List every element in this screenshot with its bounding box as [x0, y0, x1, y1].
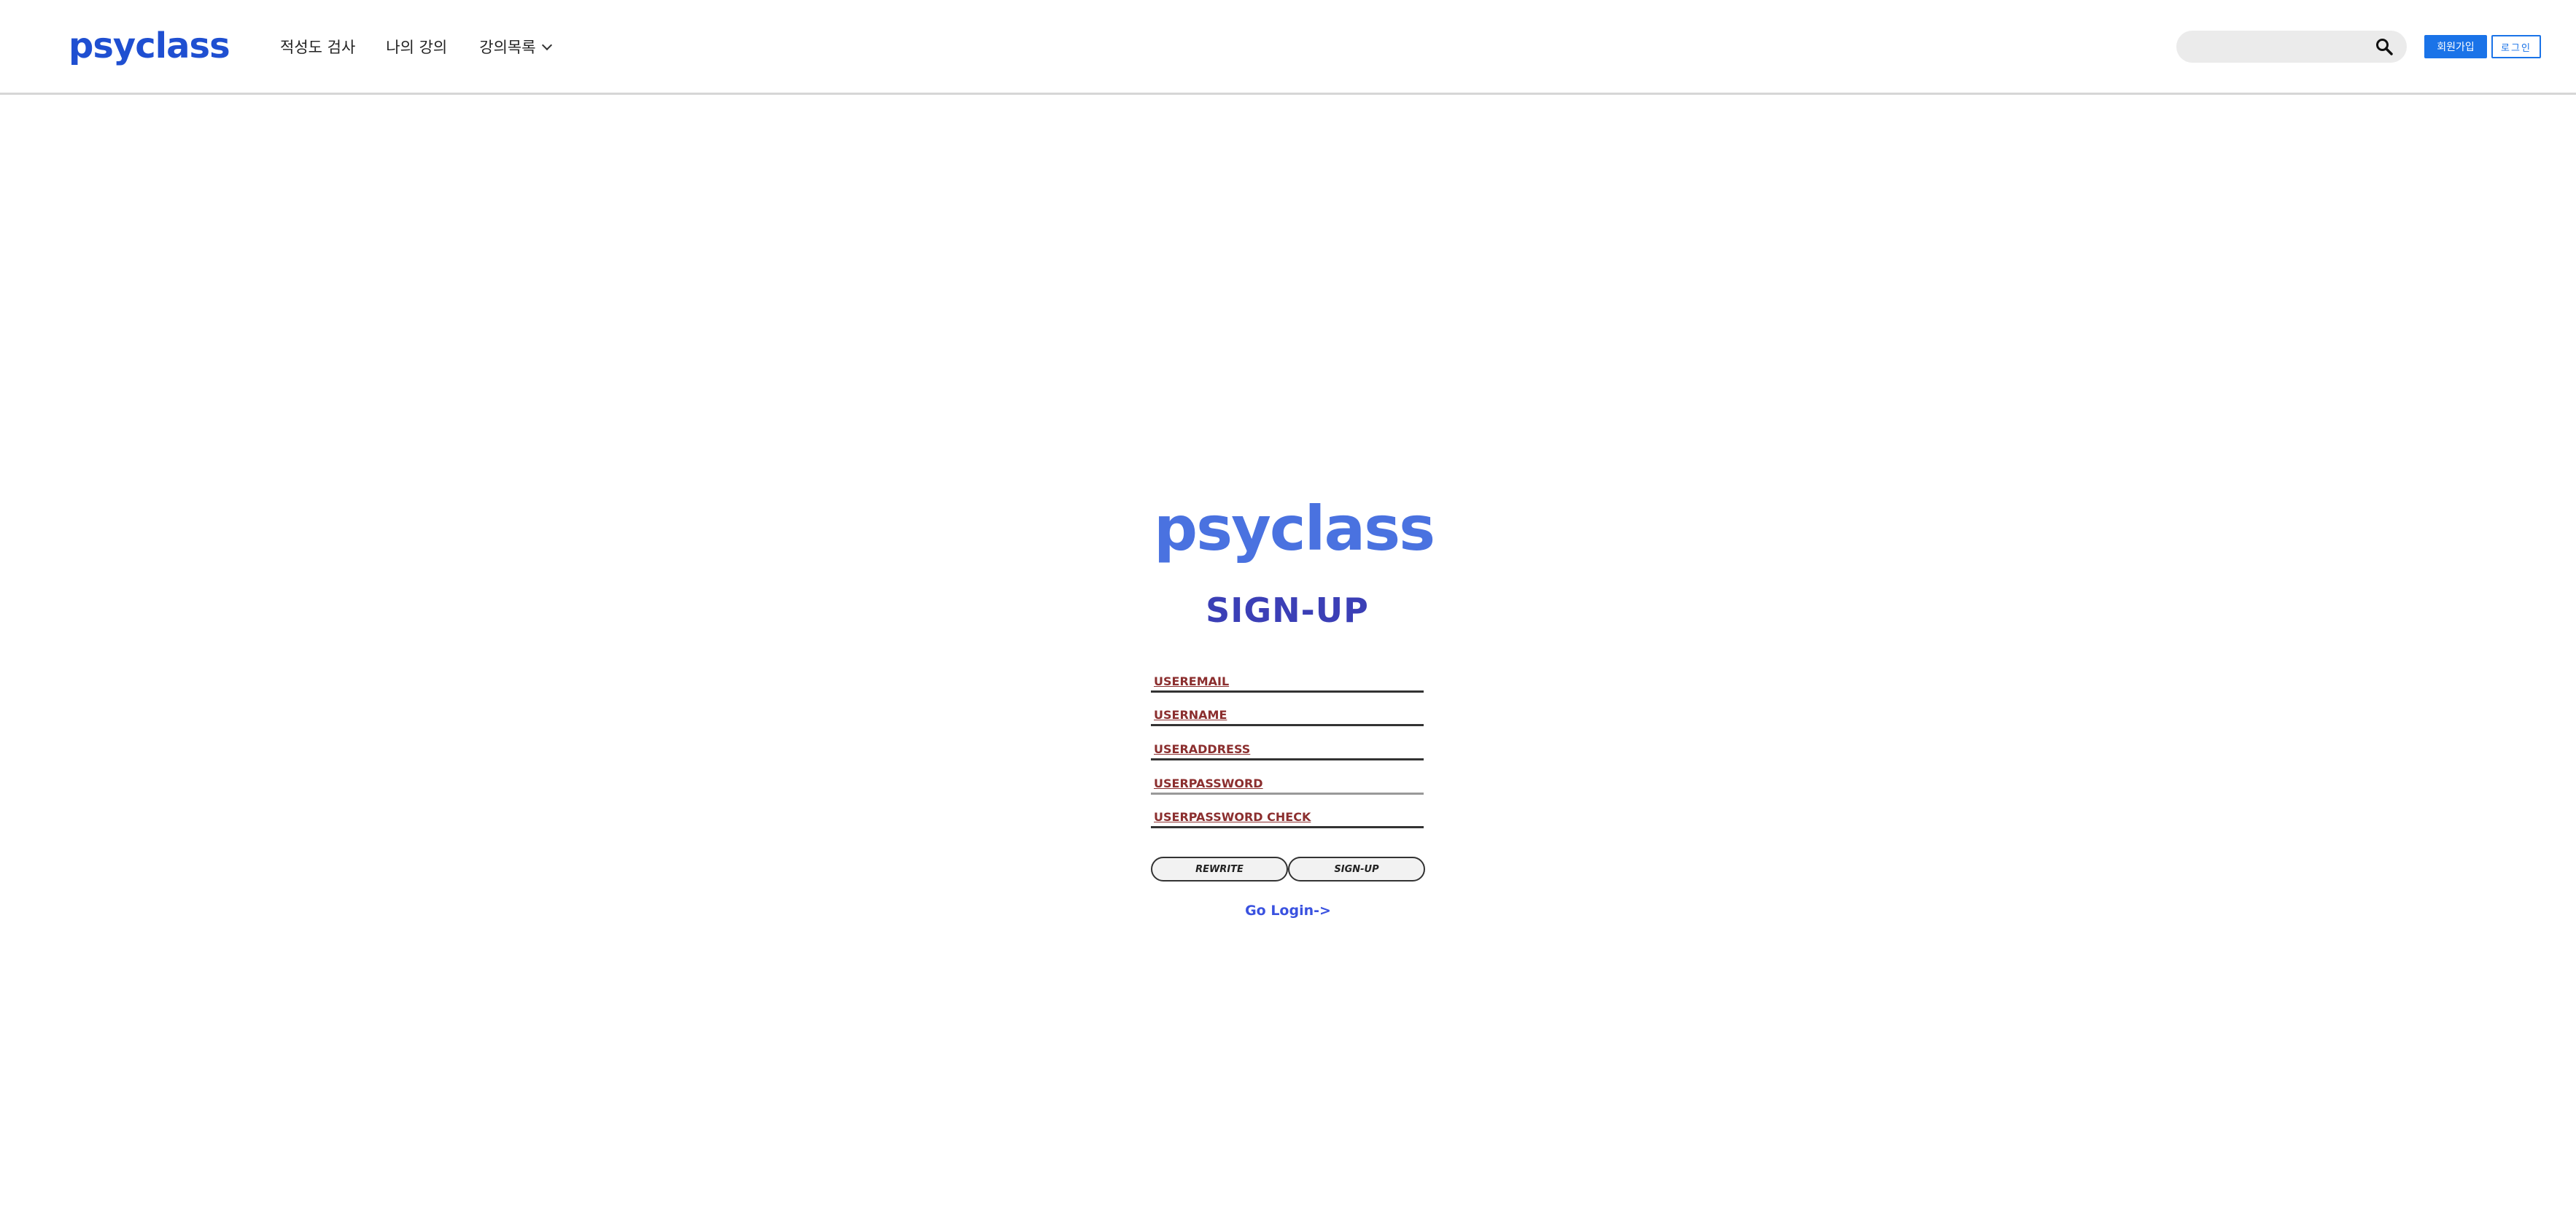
signup-logo: psyclass	[1154, 493, 1435, 564]
password-check-field	[1151, 803, 1424, 828]
search-icon[interactable]	[2375, 37, 2394, 56]
nav-item-lecture-list-dropdown[interactable]: 강의목록	[479, 35, 552, 60]
password-input[interactable]	[1151, 770, 1424, 793]
password-check-input[interactable]	[1151, 803, 1424, 826]
search-bar	[2176, 31, 2407, 63]
chevron-down-icon	[541, 39, 552, 51]
signup-nav-button[interactable]: 회원가입	[2424, 35, 2487, 58]
nav-item-my-lectures[interactable]: 나의 강의	[386, 35, 447, 60]
address-field	[1151, 736, 1424, 760]
nav-item-label: 나의 강의	[386, 39, 448, 56]
email-input[interactable]	[1151, 668, 1424, 690]
page-title: SIGN-UP	[1206, 591, 1369, 630]
search-input[interactable]	[2191, 35, 2366, 58]
brand-logo[interactable]: psyclass	[69, 20, 230, 71]
nav-item-label: 적성도 검사	[280, 39, 356, 56]
password-field	[1151, 770, 1424, 795]
go-login-link[interactable]: Go Login->	[1215, 900, 1361, 922]
username-input[interactable]	[1151, 701, 1424, 724]
rewrite-button[interactable]: REWRITE	[1151, 857, 1288, 882]
top-navbar: psyclass 적성도 검사 나의 강의 강의목록 회원가입 로그인	[0, 0, 2576, 95]
nav-item-aptitude-test[interactable]: 적성도 검사	[280, 35, 355, 60]
main-nav: 적성도 검사 나의 강의 강의목록	[280, 35, 552, 60]
nav-item-label: 강의목록	[479, 39, 536, 56]
signup-submit-button[interactable]: SIGN-UP	[1288, 857, 1425, 882]
email-field	[1151, 668, 1424, 693]
username-field	[1151, 701, 1424, 726]
login-nav-button[interactable]: 로그인	[2491, 35, 2541, 58]
address-input[interactable]	[1151, 736, 1424, 758]
